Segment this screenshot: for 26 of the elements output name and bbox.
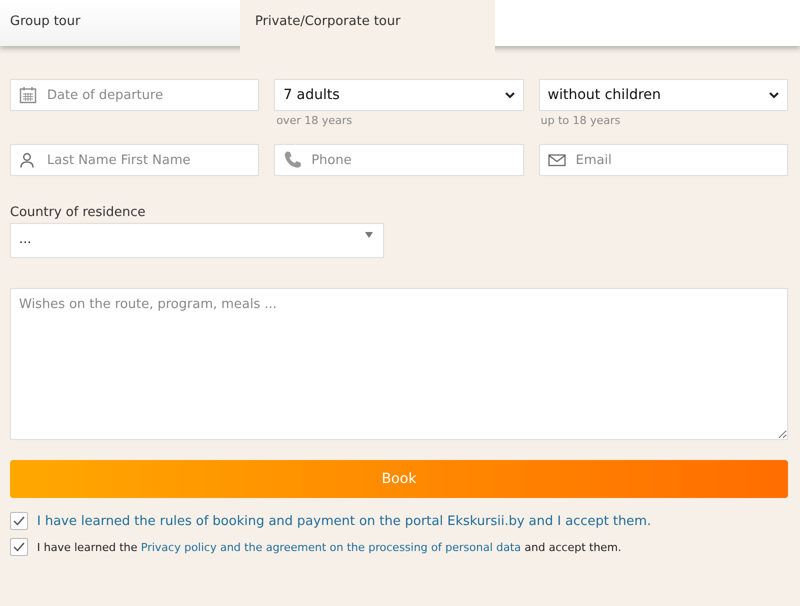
checkmark-icon — [13, 542, 25, 552]
calendar-icon — [19, 86, 37, 104]
person-icon — [19, 152, 35, 168]
children-select[interactable]: without children — [538, 79, 788, 111]
country-select[interactable]: ... — [10, 223, 384, 258]
tab[interactable]: Group tour — [0, 0, 240, 46]
country-label: Country of residence — [10, 205, 147, 220]
adults-select[interactable]: 7 adults — [274, 79, 524, 111]
phone-icon — [283, 150, 304, 170]
checkbox[interactable] — [10, 512, 28, 530]
email-field[interactable]: Email — [538, 144, 788, 176]
dropdown-arrow-icon — [365, 232, 373, 238]
privacy-policy-link[interactable]: Privacy policy and the agreement on the processing of personal data — [140, 540, 522, 554]
chevron-down-icon — [768, 92, 779, 98]
agreement-text: I have learned the Privacy policy and the agreement on the processing of personal data and accept them. — [37, 540, 622, 554]
checkbox[interactable] — [10, 538, 28, 556]
name-field[interactable]: Last Name First Name — [10, 144, 260, 176]
wishes-textarea[interactable]: Wishes on the route, program, meals ... — [10, 288, 788, 440]
checkmark-icon — [13, 516, 25, 526]
agreement-link[interactable]: I have learned the rules of booking and payment on the portal Ekskursii.by and I accept them. — [37, 514, 652, 528]
phone-field[interactable]: Phone — [274, 144, 524, 176]
hint-text: over 18 years — [276, 114, 354, 128]
envelope-icon — [548, 153, 566, 167]
date-field[interactable]: Date of departure — [10, 79, 260, 111]
hint-text: up to 18 years — [540, 114, 622, 128]
chevron-down-icon — [504, 92, 515, 98]
